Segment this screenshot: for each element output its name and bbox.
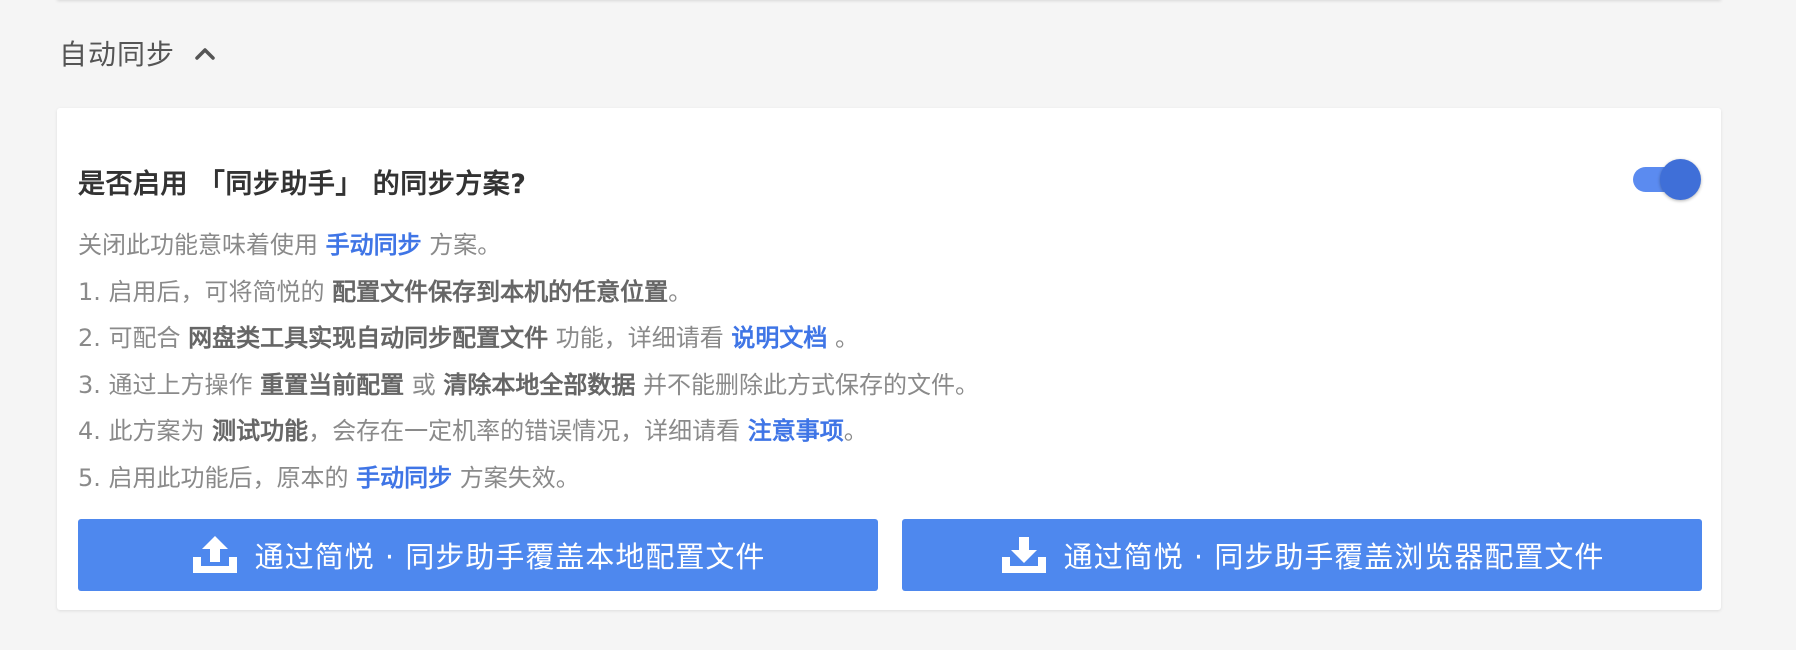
- text: 方案失效。: [452, 463, 580, 492]
- sync-assistant-toggle[interactable]: [1633, 158, 1701, 200]
- button-label: 通过简悦 · 同步助手覆盖浏览器配置文件: [1063, 540, 1605, 574]
- text: ，会存在一定机率的错误情况，详细请看: [308, 417, 748, 445]
- sync-assistant-card: 是否启用 「同步助手」 的同步方案? 关闭此功能意味着使用 手动同步 方案。 1…: [57, 108, 1721, 610]
- download-icon: [1000, 535, 1048, 575]
- section-title: 自动同步: [59, 38, 176, 71]
- text: 。: [827, 324, 860, 352]
- docs-link[interactable]: 说明文档: [731, 324, 827, 352]
- description-item-2: 2. 可配合 网盘类工具实现自动同步配置文件 功能，详细请看 说明文档 。: [78, 315, 979, 362]
- card-title: 是否启用 「同步助手」 的同步方案?: [78, 169, 527, 200]
- text: 关闭此功能意味着使用: [78, 231, 326, 259]
- text: 1. 启用后，可将简悦的: [78, 277, 333, 306]
- description-intro: 关闭此功能意味着使用 手动同步 方案。: [78, 222, 979, 269]
- notes-link[interactable]: 注意事项: [748, 417, 844, 445]
- section-header-auto-sync[interactable]: 自动同步: [59, 30, 219, 76]
- overwrite-browser-config-button[interactable]: 通过简悦 · 同步助手覆盖浏览器配置文件: [902, 519, 1702, 591]
- description-item-3: 3. 通过上方操作 重置当前配置 或 清除本地全部数据 并不能删除此方式保存的文…: [78, 362, 979, 409]
- text: 并不能删除此方式保存的文件。: [635, 370, 980, 399]
- bold-text: 重置当前配置: [260, 370, 405, 399]
- chevron-up-icon[interactable]: [191, 39, 219, 67]
- text: 。: [843, 417, 868, 445]
- bold-text: 测试功能: [212, 417, 309, 445]
- bold-text: 清除本地全部数据: [443, 370, 636, 399]
- text: 。: [668, 277, 693, 306]
- overwrite-local-config-button[interactable]: 通过简悦 · 同步助手覆盖本地配置文件: [78, 519, 878, 591]
- text: 方案。: [421, 231, 502, 259]
- button-label: 通过简悦 · 同步助手覆盖本地配置文件: [254, 540, 766, 574]
- upload-icon: [191, 535, 239, 575]
- manual-sync-link[interactable]: 手动同步: [326, 231, 422, 259]
- text: 功能，详细请看: [548, 324, 732, 352]
- description-item-4: 4. 此方案为 测试功能，会存在一定机率的错误情况，详细请看 注意事项。: [78, 408, 979, 455]
- bold-text: 网盘类工具实现自动同步配置文件: [188, 324, 549, 352]
- text: 3. 通过上方操作: [78, 370, 261, 399]
- description-item-1: 1. 启用后，可将简悦的 配置文件保存到本机的任意位置。: [78, 269, 979, 316]
- bold-text: 配置文件保存到本机的任意位置: [332, 277, 669, 306]
- description-item-5: 5. 启用此功能后，原本的 手动同步 方案失效。: [78, 455, 979, 502]
- text: 4. 此方案为: [78, 417, 213, 445]
- manual-sync-link[interactable]: 手动同步: [356, 464, 452, 492]
- description: 关闭此功能意味着使用 手动同步 方案。 1. 启用后，可将简悦的 配置文件保存到…: [78, 222, 979, 501]
- text: 2. 可配合: [78, 324, 189, 352]
- text: 或: [404, 370, 444, 399]
- toggle-knob: [1660, 159, 1701, 200]
- text: 5. 启用此功能后，原本的: [78, 463, 357, 492]
